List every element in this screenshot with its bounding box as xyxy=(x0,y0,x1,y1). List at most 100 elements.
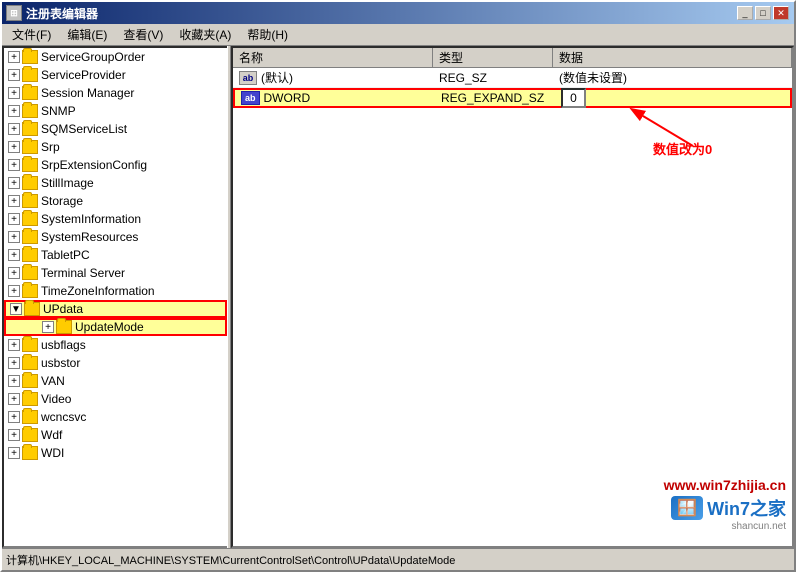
expand-icon[interactable]: + xyxy=(8,159,20,171)
expand-icon[interactable]: ▼ xyxy=(10,303,22,315)
menu-help[interactable]: 帮助(H) xyxy=(239,24,296,45)
status-path: 计算机\HKEY_LOCAL_MACHINE\SYSTEM\CurrentCon… xyxy=(6,552,455,568)
folder-icon xyxy=(22,68,38,82)
menu-favorites[interactable]: 收藏夹(A) xyxy=(171,24,239,45)
folder-icon xyxy=(22,374,38,388)
expand-icon[interactable]: + xyxy=(8,267,20,279)
value-name-label: (默认) xyxy=(261,69,293,86)
folder-icon xyxy=(24,302,40,316)
col-header-type: 类型 xyxy=(433,48,553,67)
folder-icon xyxy=(22,356,38,370)
tree-label: Session Manager xyxy=(41,86,134,100)
expand-icon[interactable]: + xyxy=(8,177,20,189)
expand-icon[interactable]: + xyxy=(8,375,20,387)
tree-label: Video xyxy=(41,392,71,406)
tree-item-terminalServer[interactable]: + Terminal Server xyxy=(4,264,227,282)
tree-item-timeZone[interactable]: + TimeZoneInformation xyxy=(4,282,227,300)
expand-icon[interactable]: + xyxy=(8,213,20,225)
col-header-name: 名称 xyxy=(233,48,433,67)
expand-icon[interactable]: + xyxy=(42,321,54,333)
tree-item-updateMode[interactable]: + UpdateMode xyxy=(4,318,227,336)
folder-icon xyxy=(22,392,38,406)
expand-icon[interactable]: + xyxy=(8,51,20,63)
tree-item-wdi[interactable]: + WDI xyxy=(4,444,227,462)
tree-item-video[interactable]: + Video xyxy=(4,390,227,408)
expand-icon[interactable]: + xyxy=(8,393,20,405)
tree-item-storage[interactable]: + Storage xyxy=(4,192,227,210)
tree-item-srpExtConfig[interactable]: + SrpExtensionConfig xyxy=(4,156,227,174)
tree-item-usbflags[interactable]: + usbflags xyxy=(4,336,227,354)
tree-item-van[interactable]: + VAN xyxy=(4,372,227,390)
tree-label: SystemInformation xyxy=(41,212,141,226)
annotation-label: 数值改为0 xyxy=(653,139,712,158)
tree-item-tabletPC[interactable]: + TabletPC xyxy=(4,246,227,264)
expand-icon[interactable]: + xyxy=(8,411,20,423)
folder-icon xyxy=(22,86,38,100)
expand-icon[interactable]: + xyxy=(8,285,20,297)
tree-label: StillImage xyxy=(41,176,94,190)
tree-label: WDI xyxy=(41,446,64,460)
folder-icon xyxy=(22,248,38,262)
tree-item-sysResources[interactable]: + SystemResources xyxy=(4,228,227,246)
folder-icon xyxy=(22,338,38,352)
tree-item-serviceProvider[interactable]: + ServiceProvider xyxy=(4,66,227,84)
value-box: 0 xyxy=(561,88,586,108)
annotation-container: 数值改为0 xyxy=(623,106,712,158)
folder-icon xyxy=(56,320,72,334)
expand-icon[interactable]: + xyxy=(8,357,20,369)
folder-icon xyxy=(22,212,38,226)
expand-icon[interactable]: + xyxy=(8,87,20,99)
maximize-button[interactable]: □ xyxy=(755,6,771,20)
annotation-text: 数值改为0 xyxy=(653,142,712,157)
folder-icon xyxy=(22,176,38,190)
tree-item-sessionManager[interactable]: + Session Manager xyxy=(4,84,227,102)
expand-icon[interactable]: + xyxy=(8,231,20,243)
value-row-dword[interactable]: ab DWORD REG_EXPAND_SZ 0 xyxy=(233,88,792,108)
menu-edit[interactable]: 编辑(E) xyxy=(59,24,115,45)
folder-icon xyxy=(22,230,38,244)
folder-icon xyxy=(22,122,38,136)
value-row-default[interactable]: ab (默认) REG_SZ (数值未设置) xyxy=(233,68,792,88)
tree-label: wcncsvc xyxy=(41,410,86,424)
expand-icon[interactable]: + xyxy=(8,249,20,261)
tree-item-sysInfo[interactable]: + SystemInformation xyxy=(4,210,227,228)
expand-icon[interactable]: + xyxy=(8,447,20,459)
tree-item-snmp[interactable]: + SNMP xyxy=(4,102,227,120)
tree-item-updata[interactable]: ▼ UPdata xyxy=(4,300,227,318)
expand-icon[interactable]: + xyxy=(8,195,20,207)
expand-icon[interactable]: + xyxy=(8,123,20,135)
tree-item-sqmServiceList[interactable]: + SQMServiceList xyxy=(4,120,227,138)
tree-item-wcncsvc[interactable]: + wcncsvc xyxy=(4,408,227,426)
tree-pane[interactable]: + ServiceGroupOrder + ServiceProvider + … xyxy=(2,46,227,548)
value-type-dword: REG_EXPAND_SZ xyxy=(435,89,555,107)
menu-bar: 文件(F) 编辑(E) 查看(V) 收藏夹(A) 帮助(H) xyxy=(2,24,794,46)
tree-label: Srp xyxy=(41,140,60,154)
expand-icon[interactable]: + xyxy=(8,105,20,117)
tree-label: SystemResources xyxy=(41,230,138,244)
tree-item-srp[interactable]: + Srp xyxy=(4,138,227,156)
expand-icon[interactable]: + xyxy=(8,69,20,81)
tree-label: UPdata xyxy=(43,302,83,316)
expand-icon[interactable]: + xyxy=(8,141,20,153)
value-type-default: REG_SZ xyxy=(433,69,553,87)
folder-icon xyxy=(22,158,38,172)
minimize-button[interactable]: _ xyxy=(737,6,753,20)
tree-item-wdf[interactable]: + Wdf xyxy=(4,426,227,444)
folder-icon xyxy=(22,410,38,424)
tree-item-serviceGroupOrder[interactable]: + ServiceGroupOrder xyxy=(4,48,227,66)
menu-view[interactable]: 查看(V) xyxy=(115,24,171,45)
value-name-default: ab (默认) xyxy=(233,67,433,88)
menu-file[interactable]: 文件(F) xyxy=(4,24,59,45)
tree-label: usbflags xyxy=(41,338,86,352)
tree-item-stillImage[interactable]: + StillImage xyxy=(4,174,227,192)
folder-icon xyxy=(22,446,38,460)
close-button[interactable]: ✕ xyxy=(773,6,789,20)
tree-label: usbstor xyxy=(41,356,80,370)
expand-icon[interactable]: + xyxy=(8,429,20,441)
tree-label: ServiceProvider xyxy=(41,68,126,82)
title-icon: ⊞ xyxy=(6,5,22,21)
expand-icon[interactable]: + xyxy=(8,339,20,351)
tree-item-usbstor[interactable]: + usbstor xyxy=(4,354,227,372)
main-area: + ServiceGroupOrder + ServiceProvider + … xyxy=(2,46,794,548)
tree-label: VAN xyxy=(41,374,65,388)
